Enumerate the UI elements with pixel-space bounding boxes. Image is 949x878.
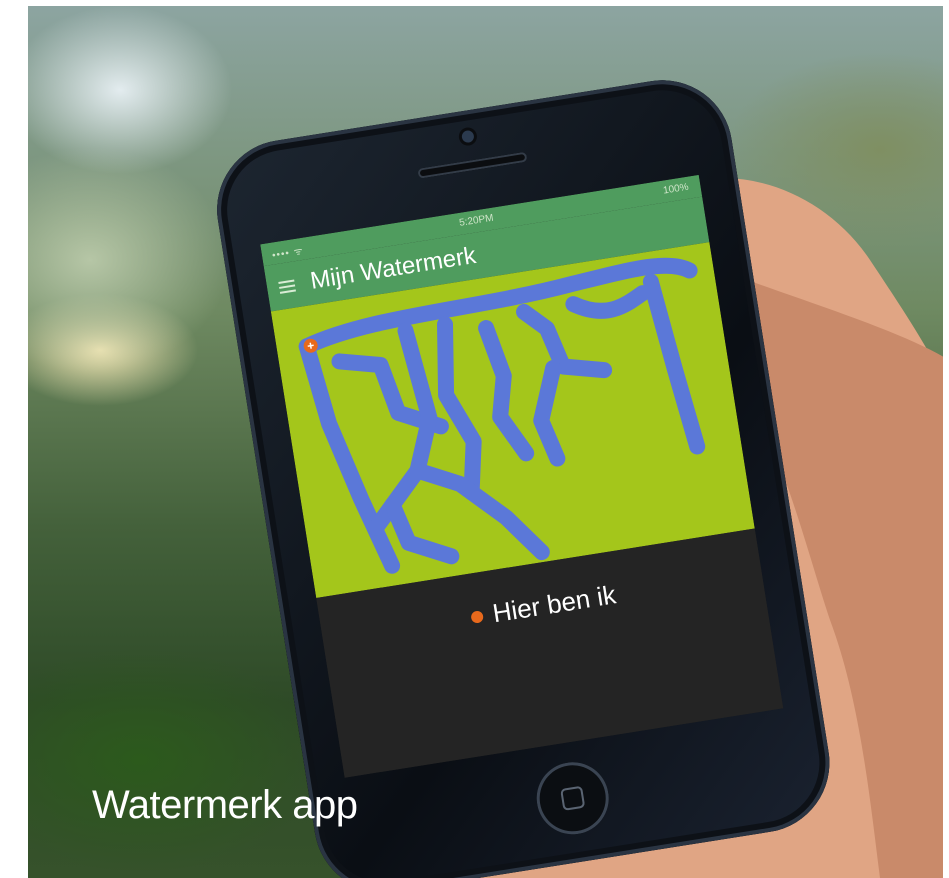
home-button[interactable]: [531, 757, 614, 840]
status-time: 5:20PM: [458, 212, 495, 229]
home-button-icon: [560, 785, 586, 811]
legend-label: Hier ben ik: [490, 579, 618, 629]
legend-location-icon: [470, 610, 485, 624]
camera-icon: [461, 129, 475, 144]
menu-icon[interactable]: [278, 279, 296, 294]
status-battery: 100%: [662, 181, 690, 197]
frame-edge-top: [0, 0, 949, 6]
smartphone: •••• ᯤ 5:20PM 100% Mijn Watermerk Hier b…: [207, 58, 917, 878]
caption: Watermerk app: [92, 783, 358, 827]
speaker-grille: [417, 151, 528, 179]
frame-edge-right: [943, 0, 949, 878]
status-carrier: •••• ᯤ: [271, 245, 305, 262]
photo-scene: •••• ᯤ 5:20PM 100% Mijn Watermerk Hier b…: [0, 0, 949, 878]
frame-edge-left: [0, 0, 28, 878]
phone-screen: •••• ᯤ 5:20PM 100% Mijn Watermerk Hier b…: [260, 174, 784, 778]
